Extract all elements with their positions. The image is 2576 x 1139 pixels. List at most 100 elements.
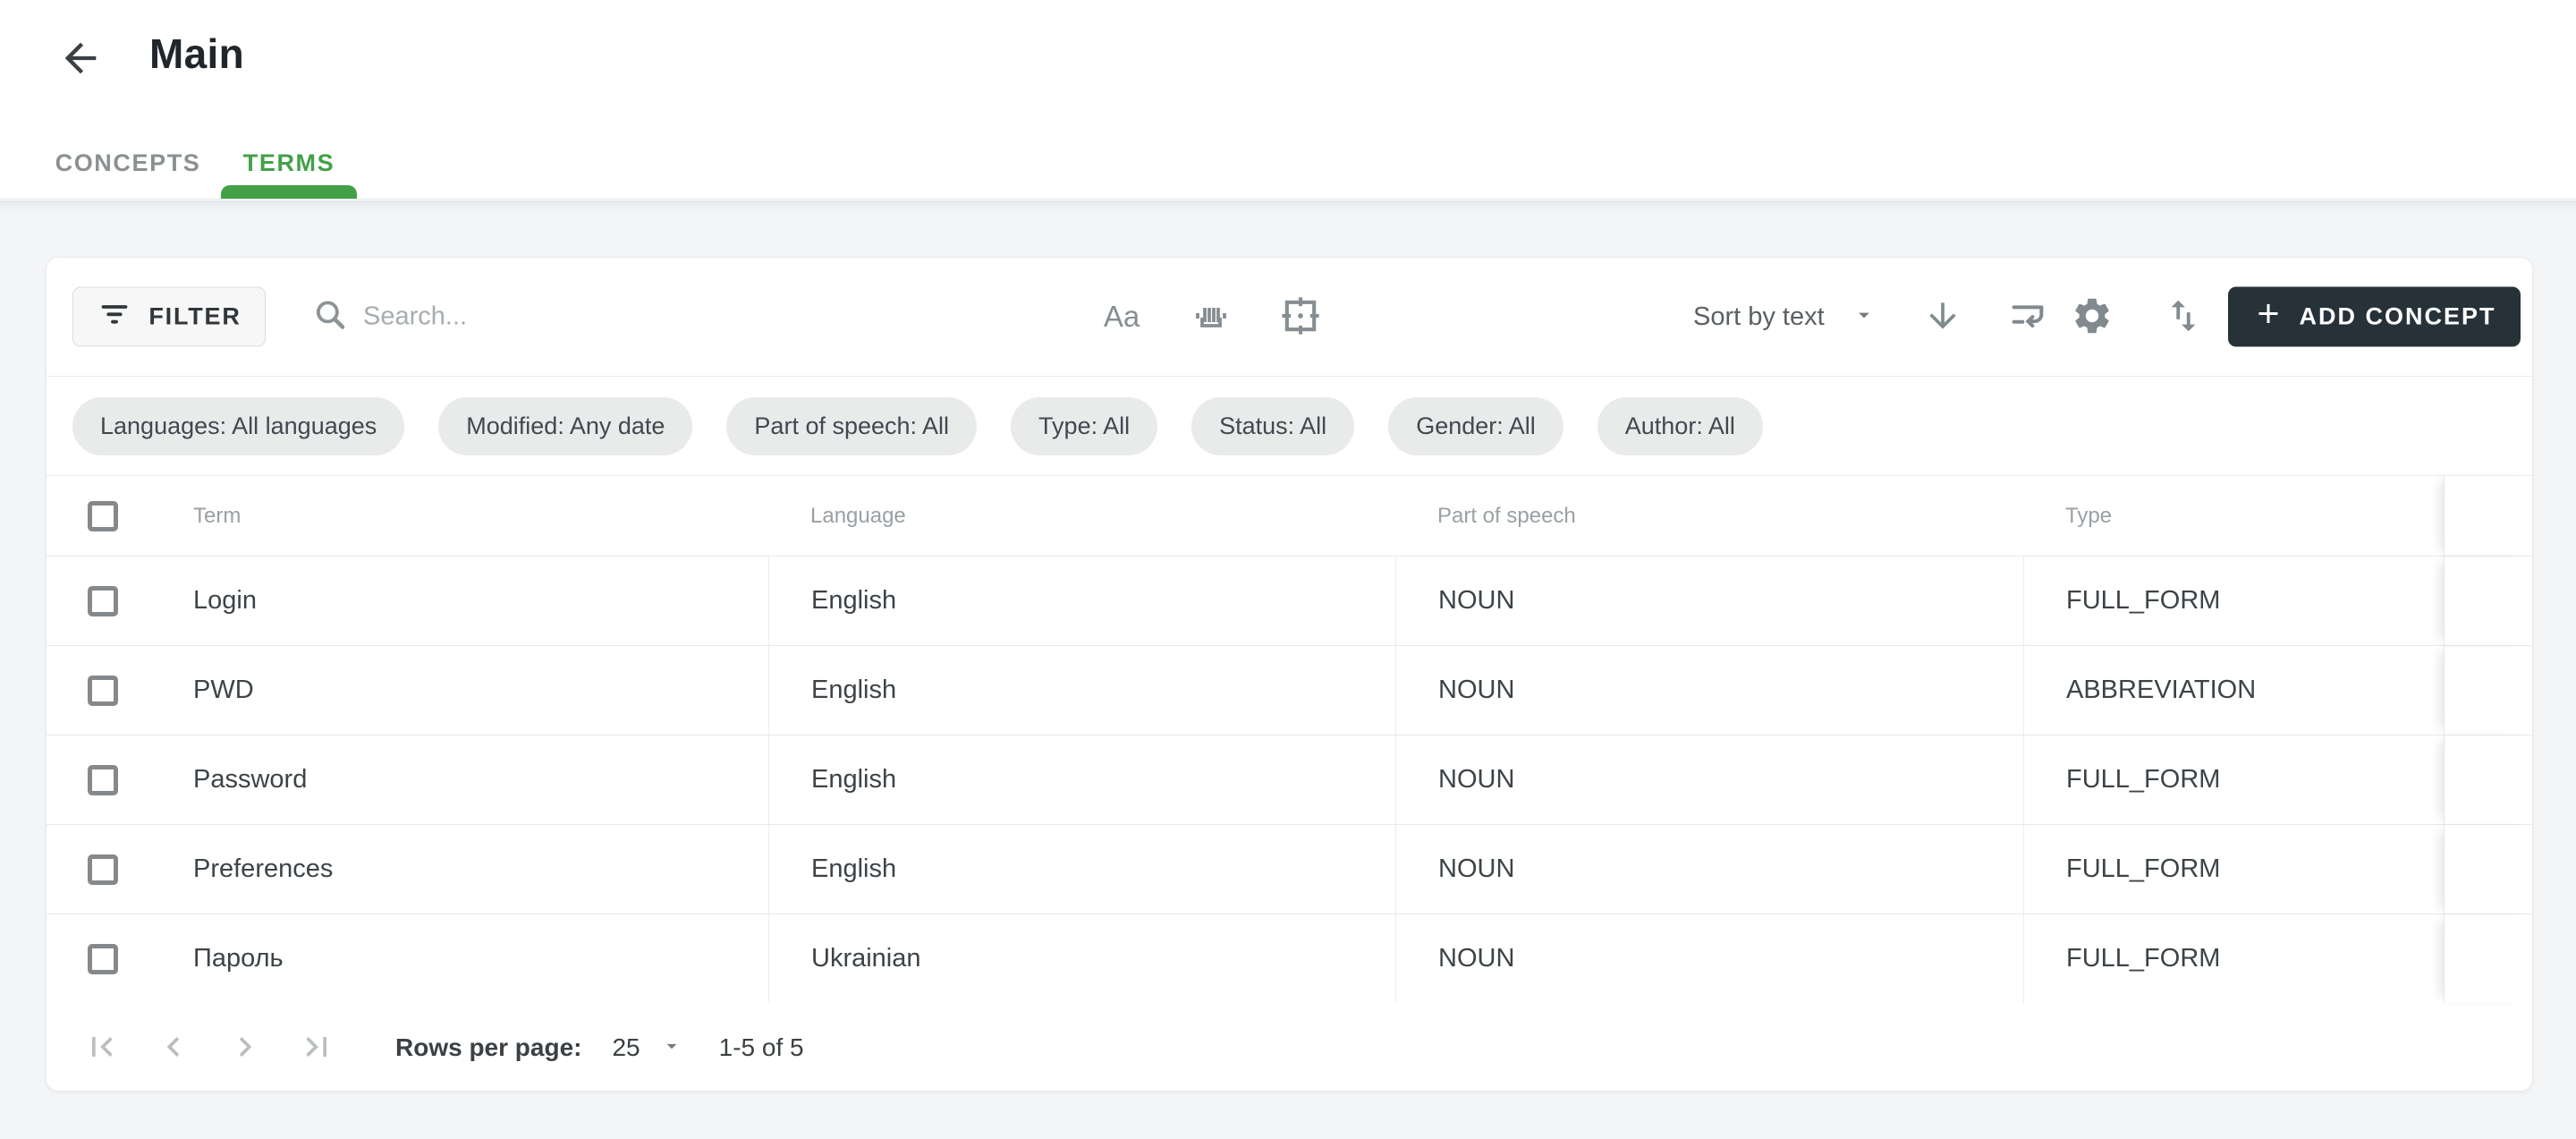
row-checkbox[interactable] <box>88 765 118 795</box>
tab-terms-label: TERMS <box>243 149 335 177</box>
table-row[interactable]: Login English NOUN FULL_FORM <box>47 556 2532 645</box>
table-gutter <box>2444 914 2532 1003</box>
chip-author[interactable]: Author: All <box>1597 397 1763 455</box>
barcode-button[interactable] <box>1182 288 1240 345</box>
first-page-button[interactable] <box>80 1026 123 1069</box>
last-page-icon <box>297 1027 336 1069</box>
tab-concepts-label: CONCEPTS <box>55 149 201 177</box>
focus-frame-icon <box>1277 293 1324 342</box>
tab-concepts[interactable]: CONCEPTS <box>55 127 200 199</box>
row-checkbox[interactable] <box>88 676 118 706</box>
row-checkbox[interactable] <box>88 586 118 616</box>
table-row[interactable]: PWD English NOUN ABBREVIATION <box>47 645 2532 735</box>
search-area <box>311 296 989 338</box>
term-cell: Password <box>193 765 307 795</box>
filter-button-label: FILTER <box>148 303 241 331</box>
chip-modified[interactable]: Modified: Any date <box>438 397 692 455</box>
type-cell: FULL_FORM <box>2023 735 2444 824</box>
column-header-term: Term <box>193 504 241 529</box>
first-page-icon <box>82 1027 122 1069</box>
arrow-down-icon <box>1923 296 1962 338</box>
chevron-left-icon <box>154 1027 193 1069</box>
import-export-icon <box>2163 295 2204 339</box>
language-cell: Ukrainian <box>768 914 1395 1003</box>
term-cell: Login <box>193 586 257 616</box>
table-row[interactable]: Preferences English NOUN FULL_FORM <box>47 824 2532 914</box>
search-option-icons: Aa <box>1093 288 1329 345</box>
previous-page-button[interactable] <box>152 1026 195 1069</box>
term-cell: Пароль <box>193 944 284 973</box>
type-cell: FULL_FORM <box>2023 914 2444 1003</box>
pagination-bar: Rows per page: 25 1-5 of 5 <box>47 1003 2532 1092</box>
terminology-screen: Main CONCEPTS TERMS FILTER <box>0 0 2576 200</box>
caret-down-icon <box>1852 302 1877 332</box>
import-export-button[interactable] <box>2155 288 2212 345</box>
sort-label: Sort by text <box>1693 302 1825 332</box>
rows-per-page-value: 25 <box>612 1033 640 1062</box>
add-concept-button[interactable]: ADD CONCEPT <box>2228 287 2521 347</box>
table-gutter <box>2444 825 2532 914</box>
chip-languages[interactable]: Languages: All languages <box>72 397 404 455</box>
type-cell: ABBREVIATION <box>2023 646 2444 735</box>
terms-table: Term Language Part of speech Type Login … <box>47 476 2532 1003</box>
focus-frame-button[interactable] <box>1272 288 1329 345</box>
toolbar: FILTER Aa <box>47 258 2532 377</box>
column-header-type: Type <box>2023 476 2444 556</box>
match-case-icon: Aa <box>1104 300 1140 334</box>
terms-card: FILTER Aa <box>46 257 2533 1092</box>
back-button[interactable] <box>52 30 109 88</box>
table-gutter <box>2444 476 2532 556</box>
filter-button[interactable]: FILTER <box>72 287 266 347</box>
add-concept-label: ADD CONCEPT <box>2299 303 2496 331</box>
filter-icon <box>97 296 132 338</box>
rows-per-page-select[interactable]: 25 <box>612 1033 682 1062</box>
table-header-row: Term Language Part of speech Type <box>47 476 2532 556</box>
match-case-button[interactable]: Aa <box>1093 288 1150 345</box>
chevron-right-icon <box>225 1027 265 1069</box>
back-arrow-icon <box>57 35 104 84</box>
language-cell: English <box>768 735 1395 824</box>
select-all-checkbox[interactable] <box>88 501 118 531</box>
chip-type[interactable]: Type: All <box>1011 397 1157 455</box>
part-of-speech-cell: NOUN <box>1395 825 2023 914</box>
part-of-speech-cell: NOUN <box>1395 914 2023 1003</box>
table-row[interactable]: Password English NOUN FULL_FORM <box>47 735 2532 824</box>
term-cell: PWD <box>193 676 254 705</box>
type-cell: FULL_FORM <box>2023 825 2444 914</box>
tab-bar: CONCEPTS TERMS <box>0 127 2576 199</box>
column-header-part-of-speech: Part of speech <box>1395 476 2023 556</box>
language-cell: English <box>768 825 1395 914</box>
table-row[interactable]: Пароль Ukrainian NOUN FULL_FORM <box>47 914 2532 1003</box>
language-cell: English <box>768 646 1395 735</box>
sort-control[interactable]: Sort by text <box>1693 288 1971 345</box>
language-cell: English <box>768 557 1395 645</box>
next-page-button[interactable] <box>224 1026 267 1069</box>
wrap-text-icon <box>2007 295 2048 339</box>
page-title: Main <box>149 30 244 78</box>
wrap-text-button[interactable] <box>1999 288 2056 345</box>
table-gutter <box>2444 646 2532 735</box>
chip-part-of-speech[interactable]: Part of speech: All <box>726 397 977 455</box>
column-header-language: Language <box>768 476 1395 556</box>
sort-direction-button[interactable] <box>1914 288 1971 345</box>
type-cell: FULL_FORM <box>2023 557 2444 645</box>
chip-status[interactable]: Status: All <box>1191 397 1354 455</box>
settings-button[interactable] <box>2063 288 2121 345</box>
active-tab-indicator <box>221 185 357 199</box>
table-gutter <box>2444 735 2532 824</box>
part-of-speech-cell: NOUN <box>1395 557 2023 645</box>
filter-chips-row: Languages: All languages Modified: Any d… <box>47 377 2532 476</box>
barcode-icon <box>1190 294 1233 340</box>
term-cell: Preferences <box>193 854 333 884</box>
search-input[interactable] <box>363 302 989 332</box>
row-checkbox[interactable] <box>88 944 118 974</box>
search-icon <box>311 296 349 338</box>
last-page-button[interactable] <box>295 1026 338 1069</box>
chip-gender[interactable]: Gender: All <box>1388 397 1563 455</box>
row-checkbox[interactable] <box>88 854 118 885</box>
table-gutter <box>2444 557 2532 645</box>
part-of-speech-cell: NOUN <box>1395 646 2023 735</box>
caret-down-icon <box>660 1034 683 1062</box>
pagination-range: 1-5 of 5 <box>719 1033 804 1062</box>
rows-per-page-label: Rows per page: <box>395 1033 581 1062</box>
